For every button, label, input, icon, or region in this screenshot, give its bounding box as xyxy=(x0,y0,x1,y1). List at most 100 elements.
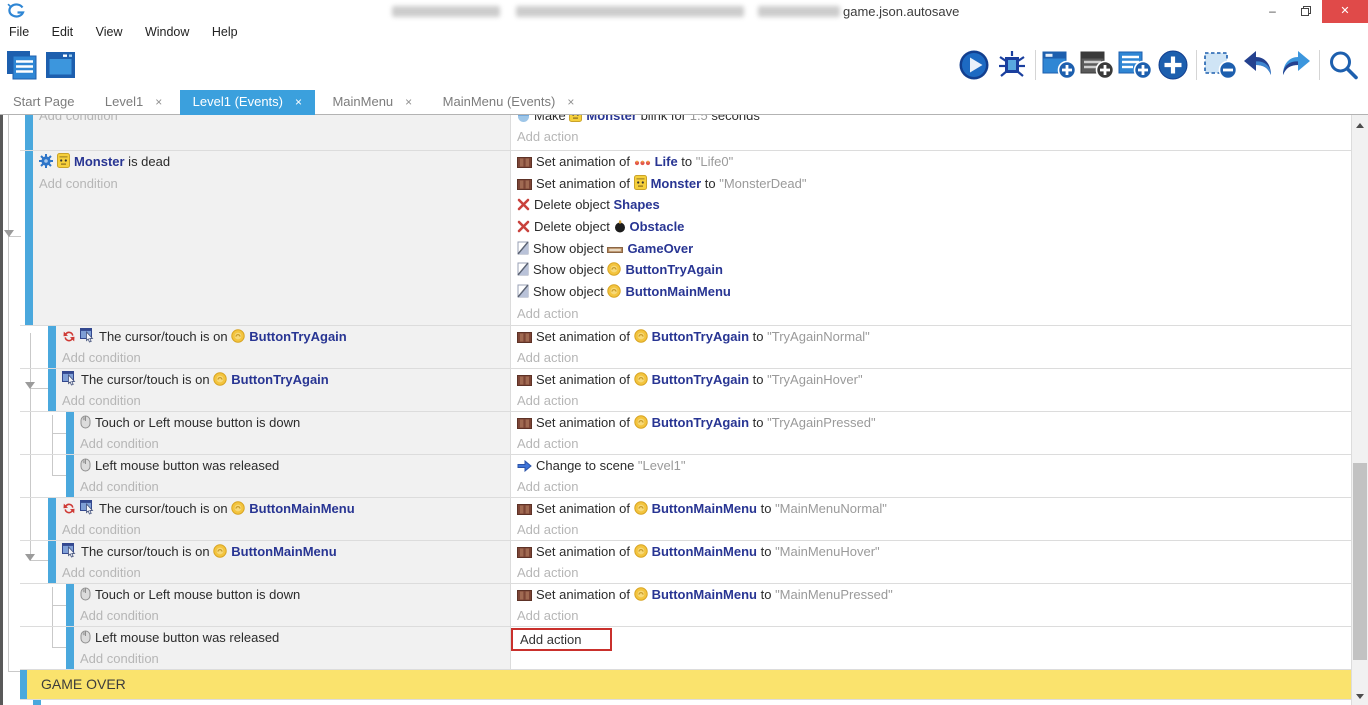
add-action[interactable]: Add action xyxy=(517,562,1351,583)
close-tab-icon[interactable]: × xyxy=(405,95,412,109)
add-action-highlighted[interactable]: Add action xyxy=(511,628,612,651)
event-bar[interactable] xyxy=(25,151,33,325)
add-action[interactable]: Add action xyxy=(517,347,1351,368)
add-event-icon[interactable] xyxy=(1040,46,1078,84)
action-line[interactable]: Set animation of Monster to "MonsterDead… xyxy=(517,173,1351,195)
scroll-down-icon[interactable] xyxy=(1356,694,1364,699)
add-builtin-icon[interactable] xyxy=(1154,46,1192,84)
close-tab-icon[interactable]: × xyxy=(155,95,162,109)
add-condition[interactable]: Add condition xyxy=(39,115,510,126)
play-icon[interactable] xyxy=(955,46,993,84)
conditions-cell[interactable]: Add condition xyxy=(33,115,510,150)
add-condition[interactable]: Add condition xyxy=(39,173,510,195)
actions-cell[interactable]: Set animation of ButtonMainMenu to "Main… xyxy=(511,498,1351,540)
action-line[interactable]: Set animation of ButtonTryAgain to "TryA… xyxy=(517,326,1351,347)
add-action[interactable]: Add action xyxy=(517,390,1351,411)
menu-file[interactable]: File xyxy=(0,23,38,39)
menu-view[interactable]: View xyxy=(87,23,132,39)
expander-icon[interactable] xyxy=(4,230,14,237)
add-condition[interactable]: Add condition xyxy=(80,605,510,626)
actions-cell[interactable]: Set animation of ButtonTryAgain to "TryA… xyxy=(511,412,1351,454)
condition-line[interactable]: Touch or Left mouse button is down xyxy=(80,584,510,605)
tab-start-page[interactable]: Start Page xyxy=(0,90,87,115)
add-condition[interactable]: Add condition xyxy=(62,562,510,583)
action-line[interactable]: Show object ButtonMainMenu xyxy=(517,281,1351,303)
search-icon[interactable] xyxy=(1324,46,1362,84)
scrollbar-thumb[interactable] xyxy=(1353,463,1367,660)
menu-help[interactable]: Help xyxy=(203,23,247,39)
event-bar[interactable] xyxy=(66,455,74,497)
action-line[interactable]: Set animation of ButtonMainMenu to "Main… xyxy=(517,541,1351,562)
tab-mainmenu[interactable]: MainMenu× xyxy=(319,90,425,115)
action-line[interactable]: Set animation of ButtonTryAgain to "TryA… xyxy=(517,412,1351,433)
comment-row[interactable]: GAME OVER xyxy=(20,670,1351,700)
condition-line[interactable]: The cursor/touch is on ButtonMainMenu xyxy=(62,541,510,562)
add-condition[interactable]: Add condition xyxy=(62,347,510,368)
minimize-button[interactable]: – xyxy=(1256,0,1289,23)
event-bar[interactable] xyxy=(48,541,56,583)
event-bar[interactable] xyxy=(48,498,56,540)
undo-icon[interactable] xyxy=(1239,46,1277,84)
close-button[interactable]: ✕ xyxy=(1322,0,1368,23)
add-condition[interactable]: Add condition xyxy=(80,433,510,454)
debug-icon[interactable] xyxy=(993,46,1031,84)
actions-cell[interactable]: Set animation of ButtonMainMenu to "Main… xyxy=(511,541,1351,583)
tab-level1[interactable]: Level1× xyxy=(92,90,175,115)
start-page-icon[interactable] xyxy=(42,46,80,84)
add-subevent-icon[interactable] xyxy=(1078,46,1116,84)
condition-line[interactable]: Monster is dead xyxy=(39,151,510,173)
event-bar[interactable] xyxy=(66,412,74,454)
add-condition[interactable]: Add condition xyxy=(62,519,510,540)
close-tab-icon[interactable]: × xyxy=(295,95,302,109)
scroll-up-icon[interactable] xyxy=(1356,123,1364,128)
action-line[interactable]: Set animation of ButtonTryAgain to "TryA… xyxy=(517,369,1351,390)
actions-cell[interactable]: Set animation of ButtonTryAgain to "TryA… xyxy=(511,326,1351,368)
action-line[interactable]: Show object GameOver xyxy=(517,238,1351,260)
condition-line[interactable]: The cursor/touch is on ButtonMainMenu xyxy=(62,498,510,519)
conditions-cell[interactable]: The cursor/touch is on ButtonMainMenuAdd… xyxy=(56,498,510,540)
actions-cell[interactable]: Make Monster blink for 1.5 secondsAdd ac… xyxy=(511,115,1351,150)
add-action[interactable]: Add action xyxy=(517,126,1351,147)
add-action[interactable]: Add action xyxy=(517,303,1351,325)
event-bar[interactable] xyxy=(66,627,74,669)
condition-line[interactable]: Touch or Left mouse button is down xyxy=(80,412,510,433)
action-line[interactable]: Make Monster blink for 1.5 seconds xyxy=(517,115,1351,126)
close-tab-icon[interactable]: × xyxy=(567,95,574,109)
conditions-cell[interactable]: Touch or Left mouse button is downAdd co… xyxy=(74,412,510,454)
vertical-scrollbar[interactable] xyxy=(1351,115,1368,705)
action-line[interactable]: Set animation of Life to "Life0" xyxy=(517,151,1351,173)
actions-cell[interactable]: Set animation of Life to "Life0"Set anim… xyxy=(511,151,1351,325)
event-bar[interactable] xyxy=(25,115,33,150)
event-bar[interactable] xyxy=(48,369,56,411)
add-action[interactable]: Add action xyxy=(517,605,1351,626)
action-line[interactable]: Change to scene "Level1" xyxy=(517,455,1351,476)
add-condition[interactable]: Add condition xyxy=(80,476,510,497)
conditions-cell[interactable]: Touch or Left mouse button is downAdd co… xyxy=(74,584,510,626)
add-action[interactable]: Add action xyxy=(517,476,1351,497)
conditions-cell[interactable]: Left mouse button was releasedAdd condit… xyxy=(74,627,510,669)
condition-line[interactable]: Left mouse button was released xyxy=(80,455,510,476)
tab-level1-events[interactable]: Level1 (Events)× xyxy=(180,90,315,115)
add-condition[interactable]: Add condition xyxy=(80,648,510,669)
action-line[interactable]: Show object ButtonTryAgain xyxy=(517,259,1351,281)
menu-window[interactable]: Window xyxy=(136,23,198,39)
event-bar[interactable] xyxy=(48,326,56,368)
add-action[interactable]: Add action xyxy=(517,433,1351,454)
actions-cell[interactable]: Change to scene "Level1"Add action xyxy=(511,455,1351,497)
action-line[interactable]: Delete object Shapes xyxy=(517,194,1351,216)
add-comment-icon[interactable] xyxy=(1116,46,1154,84)
actions-cell[interactable]: Add action xyxy=(511,627,1351,669)
condition-line[interactable]: The cursor/touch is on ButtonTryAgain xyxy=(62,369,510,390)
redo-icon[interactable] xyxy=(1277,46,1315,84)
actions-cell[interactable]: Set animation of ButtonTryAgain to "TryA… xyxy=(511,369,1351,411)
action-line[interactable]: Set animation of ButtonMainMenu to "Main… xyxy=(517,498,1351,519)
add-action[interactable]: Add action xyxy=(517,519,1351,540)
add-condition[interactable]: Add condition xyxy=(62,390,510,411)
remove-event-icon[interactable] xyxy=(1201,46,1239,84)
condition-line[interactable]: Left mouse button was released xyxy=(80,627,510,648)
conditions-cell[interactable]: The cursor/touch is on ButtonTryAgainAdd… xyxy=(56,326,510,368)
event-bar[interactable] xyxy=(66,584,74,626)
tab-mainmenu-events[interactable]: MainMenu (Events)× xyxy=(430,90,588,115)
action-line[interactable]: Delete object Obstacle xyxy=(517,216,1351,238)
actions-cell[interactable]: Set animation of ButtonMainMenu to "Main… xyxy=(511,584,1351,626)
